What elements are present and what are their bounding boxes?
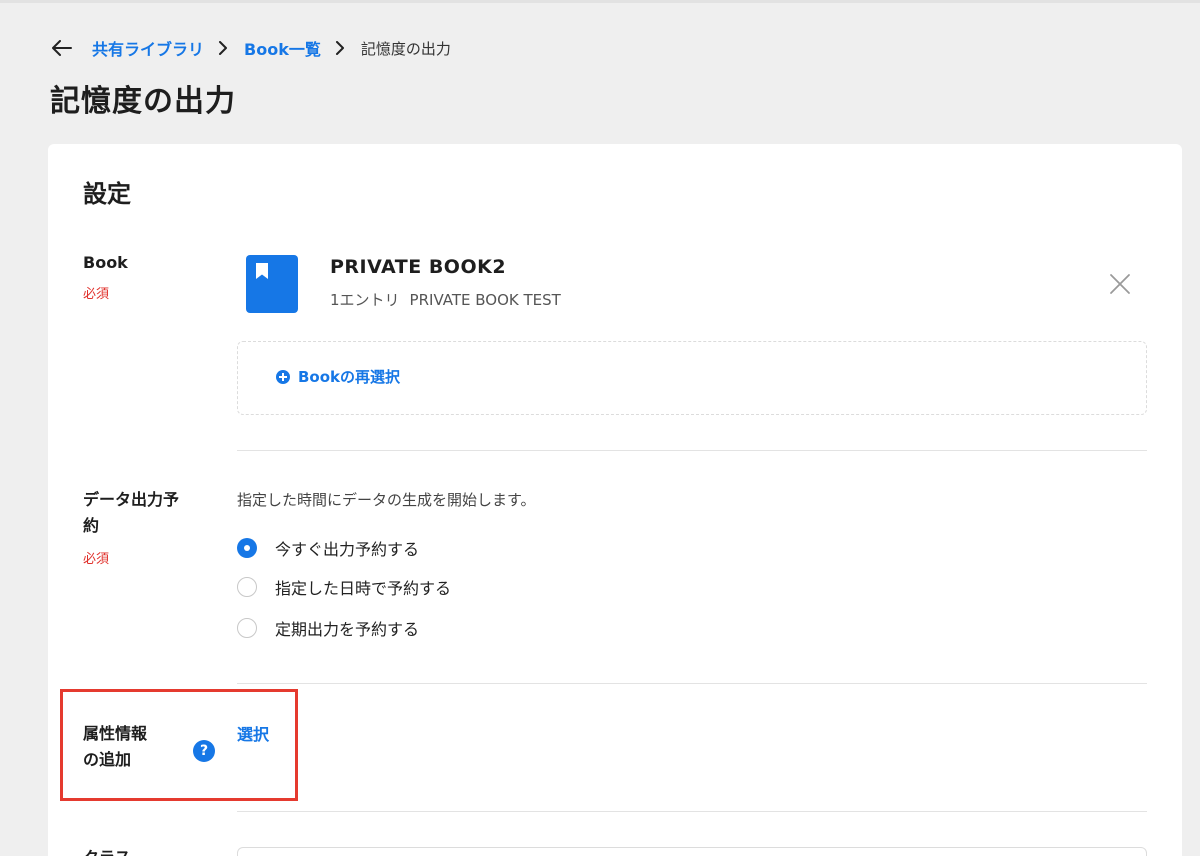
divider bbox=[237, 683, 1147, 684]
top-edge bbox=[0, 0, 1200, 3]
breadcrumb-current: 記憶度の出力 bbox=[360, 39, 451, 58]
close-icon[interactable] bbox=[1108, 272, 1134, 298]
book-icon bbox=[246, 255, 298, 313]
book-required: 必須 bbox=[83, 287, 110, 302]
book-reselect-label: Bookの再選択 bbox=[298, 368, 401, 386]
book-entries: 1エントリ bbox=[330, 291, 400, 309]
chevron-right-icon bbox=[218, 41, 232, 55]
book-reselect-area[interactable]: Bookの再選択 bbox=[237, 341, 1147, 415]
breadcrumb: 共有ライブラリ Book一覧 記憶度の出力 bbox=[52, 36, 451, 60]
book-description: PRIVATE BOOK TEST bbox=[409, 291, 561, 309]
radio-option-now[interactable]: 今すぐ出力予約する bbox=[237, 536, 419, 560]
plus-circle-icon bbox=[276, 369, 290, 384]
page-title: 記憶度の出力 bbox=[50, 84, 236, 119]
schedule-description: 指定した時間にデータの生成を開始します。 bbox=[237, 491, 536, 509]
book-label: Book bbox=[83, 253, 128, 272]
book-meta: 1エントリ PRIVATE BOOK TEST bbox=[330, 289, 561, 310]
book-reselect-button[interactable]: Bookの再選択 bbox=[276, 366, 400, 387]
class-label: クラス bbox=[83, 844, 131, 856]
schedule-required: 必須 bbox=[83, 552, 110, 567]
back-arrow-icon[interactable] bbox=[52, 38, 74, 58]
highlight-box bbox=[60, 689, 298, 801]
chevron-right-icon bbox=[335, 41, 349, 55]
class-input[interactable] bbox=[237, 847, 1147, 856]
radio-button[interactable] bbox=[237, 538, 257, 558]
divider bbox=[237, 450, 1147, 451]
breadcrumb-link-book-list[interactable]: Book一覧 bbox=[244, 36, 321, 60]
schedule-label: データ出力予 約 bbox=[83, 490, 180, 535]
radio-option-datetime[interactable]: 指定した日時で予約する bbox=[237, 575, 451, 599]
breadcrumb-link-shared-library[interactable]: 共有ライブラリ bbox=[92, 36, 204, 60]
book-name: PRIVATE BOOK2 bbox=[330, 256, 507, 278]
radio-button[interactable] bbox=[237, 618, 257, 638]
radio-button[interactable] bbox=[237, 577, 257, 597]
divider bbox=[237, 811, 1147, 812]
radio-option-recurring[interactable]: 定期出力を予約する bbox=[237, 616, 419, 640]
card-title: 設定 bbox=[83, 180, 131, 208]
